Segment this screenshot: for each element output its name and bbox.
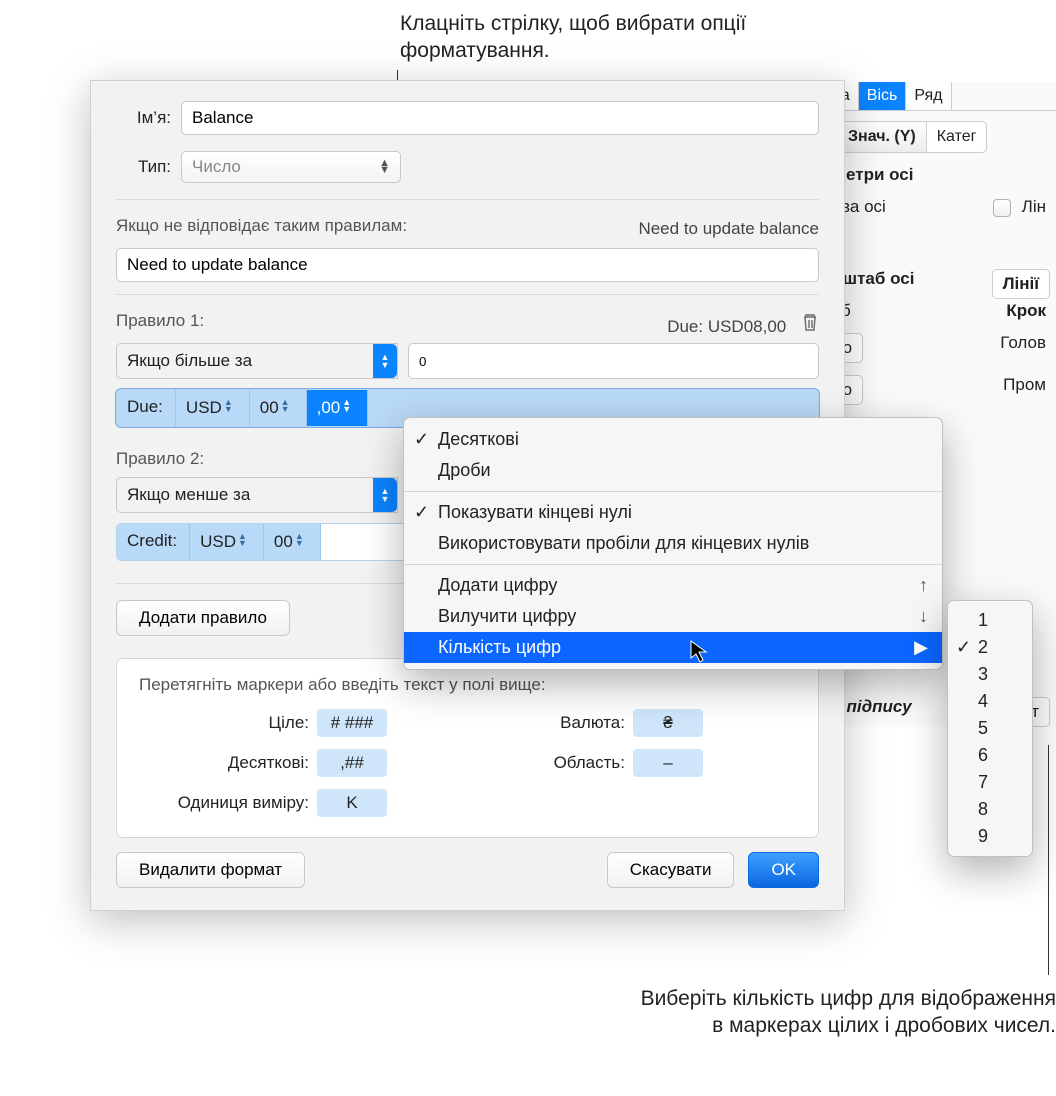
arrow-down-icon: ↓ bbox=[919, 606, 928, 627]
rule2-condition-popup[interactable]: Якщо менше за ▲▼ bbox=[116, 477, 398, 513]
digit-count-option-9[interactable]: 9 bbox=[948, 823, 1032, 850]
fallback-preview: Need to update balance bbox=[638, 219, 819, 239]
scope-token[interactable]: – bbox=[633, 749, 703, 777]
drag-tokens-area: Перетягніть маркери або введіть текст у … bbox=[116, 658, 819, 838]
segment-value-y[interactable]: Знач. (Y) bbox=[837, 121, 926, 153]
rule1-preview: Due: USD08,00 bbox=[667, 317, 786, 336]
name-label: Ім’я: bbox=[116, 108, 171, 128]
chevron-right-icon: ▶ bbox=[914, 637, 928, 658]
fallback-input[interactable] bbox=[116, 248, 819, 282]
scope-label: Область: bbox=[445, 753, 625, 773]
scale-select[interactable]: Лінії bbox=[992, 269, 1050, 299]
dec-token[interactable]: ,## bbox=[317, 749, 387, 777]
currency-token-drag[interactable]: ₴ bbox=[633, 709, 703, 737]
rule1-label: Правило 1: bbox=[116, 311, 204, 331]
digit-count-option-3[interactable]: 3 bbox=[948, 661, 1032, 688]
callout-top: Клацніть стрілку, щоб вибрати опції форм… bbox=[400, 10, 800, 65]
integer-token[interactable]: 00 bbox=[264, 524, 321, 560]
type-popup[interactable]: Число bbox=[181, 151, 401, 183]
dec-label: Десяткові: bbox=[139, 753, 309, 773]
arrow-up-icon: ↑ bbox=[919, 575, 928, 596]
trash-icon[interactable] bbox=[801, 312, 819, 332]
chevron-updown-icon: ▲▼ bbox=[373, 478, 397, 512]
digit-count-option-4[interactable]: 4 bbox=[948, 688, 1032, 715]
digit-count-submenu: 123456789 bbox=[947, 600, 1033, 857]
stepper-icon bbox=[379, 160, 390, 174]
digit-count-option-7[interactable]: 7 bbox=[948, 769, 1032, 796]
cursor-icon bbox=[690, 640, 710, 664]
menu-separator bbox=[404, 564, 942, 565]
callout-bottom: Виберіть кількість цифр для відображення… bbox=[636, 985, 1056, 1040]
tab-axis[interactable]: Вісь bbox=[859, 82, 907, 110]
currency-label: Валюта: bbox=[445, 713, 625, 733]
delete-format-button[interactable]: Видалити формат bbox=[116, 852, 305, 888]
rule1-condition-popup[interactable]: Якщо більше за ▲▼ bbox=[116, 343, 398, 379]
digit-count-option-6[interactable]: 6 bbox=[948, 742, 1032, 769]
menu-item-decimal[interactable]: Десяткові bbox=[404, 424, 942, 455]
digit-count-option-2[interactable]: 2 bbox=[948, 634, 1032, 661]
fallback-label: Якщо не відповідає таким правилам: bbox=[116, 216, 407, 236]
menu-item-remove-digit[interactable]: Вилучити цифру↓ bbox=[404, 601, 942, 632]
digit-count-option-8[interactable]: 8 bbox=[948, 796, 1032, 823]
rule1-format-prefix: Due: bbox=[117, 390, 176, 426]
unit-token[interactable]: K bbox=[317, 789, 387, 817]
rule1-condition-value[interactable] bbox=[408, 343, 819, 379]
tab-series[interactable]: Ряд bbox=[906, 82, 951, 110]
digit-count-option-1[interactable]: 1 bbox=[948, 607, 1032, 634]
drag-hint: Перетягніть маркери або введіть текст у … bbox=[139, 675, 796, 695]
name-input[interactable] bbox=[181, 101, 819, 135]
digit-count-option-5[interactable]: 5 bbox=[948, 715, 1032, 742]
int-token[interactable]: # ### bbox=[317, 709, 387, 737]
decimal-token[interactable]: ,00 bbox=[307, 390, 369, 426]
integer-token[interactable]: 00 bbox=[250, 390, 307, 426]
int-label: Ціле: bbox=[139, 713, 309, 733]
currency-token[interactable]: USD bbox=[190, 524, 264, 560]
cancel-button[interactable]: Скасувати bbox=[607, 852, 735, 888]
type-label: Тип: bbox=[116, 157, 171, 177]
segment-category[interactable]: Катег bbox=[926, 121, 988, 153]
menu-item-spaces-trailing[interactable]: Використовувати пробіли для кінцевих нул… bbox=[404, 528, 942, 559]
menu-item-fractions[interactable]: Дроби bbox=[404, 455, 942, 486]
menu-separator bbox=[404, 491, 942, 492]
callout-line bbox=[1048, 745, 1049, 975]
chevron-updown-icon: ▲▼ bbox=[373, 344, 397, 378]
menu-item-digit-count[interactable]: Кількість цифр▶ bbox=[404, 632, 942, 663]
line-checkbox[interactable] bbox=[993, 199, 1011, 217]
menu-item-trailing-zeros[interactable]: Показувати кінцеві нулі bbox=[404, 497, 942, 528]
format-context-menu: Десяткові Дроби Показувати кінцеві нулі … bbox=[403, 417, 943, 670]
ok-button[interactable]: OK bbox=[748, 852, 819, 888]
add-rule-button[interactable]: Додати правило bbox=[116, 600, 290, 636]
rule2-format-prefix: Credit: bbox=[117, 524, 190, 560]
menu-item-add-digit[interactable]: Додати цифру↑ bbox=[404, 570, 942, 601]
currency-token[interactable]: USD bbox=[176, 390, 250, 426]
unit-label: Одиниця виміру: bbox=[139, 793, 309, 813]
